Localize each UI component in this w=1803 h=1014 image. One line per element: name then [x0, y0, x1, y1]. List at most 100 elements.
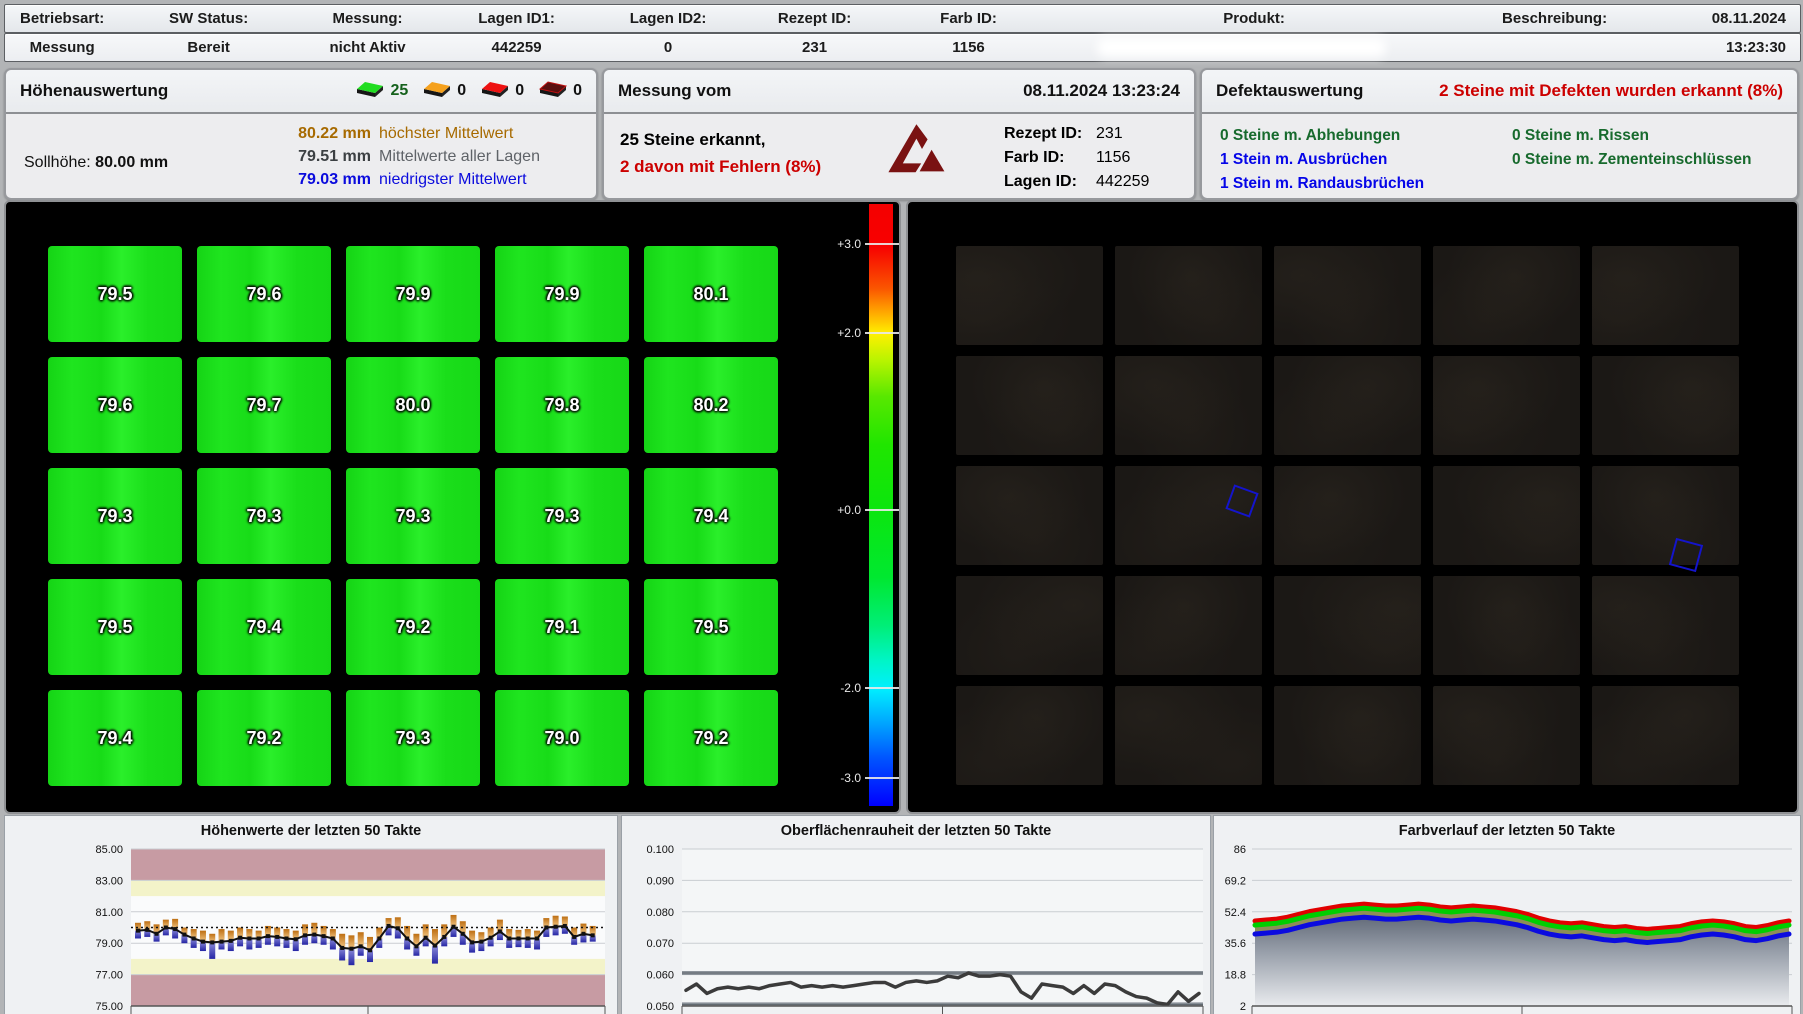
brick-count: 0	[573, 82, 582, 100]
colorbar-tick-line	[865, 332, 899, 334]
stat-label: höchster Mittelwert	[379, 122, 513, 145]
camera-stone	[956, 466, 1103, 565]
stone-height-value: 79.9	[544, 284, 579, 305]
sollhoehe-label: Sollhöhe:	[24, 154, 91, 171]
hoehen-panel-header: Höhenauswertung 25000	[6, 70, 596, 114]
colorbar-tick: -3.0	[840, 771, 899, 785]
camera-view[interactable]	[906, 200, 1799, 814]
brick-counters: 25000	[355, 80, 582, 103]
field-label: Farb ID:	[889, 5, 1048, 32]
colorbar-tick: +3.0	[837, 237, 899, 251]
defekt-panel-body: 0 Steine m. Abhebungen1 Stein m. Ausbrüc…	[1202, 114, 1797, 194]
stone-tile: 79.3	[48, 468, 182, 564]
svg-text:0.070: 0.070	[646, 938, 674, 950]
camera-stone	[1274, 356, 1421, 455]
colorbar-tick-line	[865, 687, 899, 689]
camera-stone	[1433, 356, 1580, 455]
stone-height-value: 80.1	[693, 284, 728, 305]
chart-hoehenwerte-svg: 75.0077.0079.0081.0083.0085.00	[5, 816, 617, 1014]
svg-text:83.00: 83.00	[95, 875, 123, 887]
colorbar-tick-label: +3.0	[837, 237, 861, 251]
sollhoehe-value: 80.00 mm	[95, 154, 168, 171]
stone-height-value: 79.4	[693, 506, 728, 527]
id-label: Lagen ID:	[1004, 170, 1096, 194]
svg-text:81.00: 81.00	[95, 907, 123, 919]
colorbar-tick-line	[865, 777, 899, 779]
colorbar-tick: +0.0	[837, 503, 899, 517]
brick-count: 0	[457, 82, 466, 100]
stone-tile: 79.6	[197, 246, 331, 342]
chart-farbverlauf-svg: 218.835.652.469.286	[1214, 816, 1800, 1014]
stone-tile: 80.2	[644, 357, 778, 453]
stone-tile: 79.5	[644, 579, 778, 675]
stone-height-value: 79.6	[97, 395, 132, 416]
id-row: Rezept ID:231	[1004, 122, 1149, 146]
brick-counter: 0	[422, 80, 466, 103]
stone-tile: 79.8	[495, 357, 629, 453]
field-label: SW Status:	[119, 5, 298, 32]
stone-height-value: 80.0	[395, 395, 430, 416]
stone-tile: 79.2	[644, 690, 778, 786]
stone-height-value: 80.2	[693, 395, 728, 416]
field-value	[1048, 34, 1460, 61]
product-value-redacted	[1097, 38, 1386, 57]
camera-stone	[956, 356, 1103, 455]
chart-oberflaechenrauheit: Oberflächenrauheit der letzten 50 Takte …	[621, 815, 1211, 1014]
camera-stone	[1433, 686, 1580, 785]
camera-stone	[1433, 246, 1580, 345]
camera-stone	[1592, 576, 1739, 675]
camera-stone	[1115, 356, 1262, 455]
field-label: Beschreibung:	[1460, 5, 1649, 32]
stone-height-value: 79.6	[246, 284, 281, 305]
height-map-view[interactable]: 79.579.679.979.980.179.679.780.079.880.2…	[4, 200, 901, 814]
colorbar-tick: +2.0	[837, 326, 899, 340]
stone-tile: 79.9	[495, 246, 629, 342]
stone-height-value: 79.5	[693, 617, 728, 638]
top-label-row: Betriebsart:SW Status:Messung:Lagen ID1:…	[4, 4, 1801, 33]
id-label: Farb ID:	[1004, 146, 1096, 170]
colorbar-tick-label: -3.0	[840, 771, 861, 785]
stone-tile: 79.5	[48, 246, 182, 342]
stone-height-value: 79.2	[693, 728, 728, 749]
id-value: 442259	[1096, 173, 1149, 190]
defekt-item: 0 Steine m. Abhebungen	[1220, 124, 1424, 148]
svg-text:18.8: 18.8	[1225, 970, 1246, 982]
camera-stone	[1433, 466, 1580, 565]
panel-hoehenauswertung: Höhenauswertung 25000 Sollhöhe: 80.00 mm…	[4, 68, 598, 200]
defekt-item: 1 Stein m. Ausbrüchen	[1220, 148, 1424, 172]
brick-counter: 0	[538, 80, 582, 103]
stone-tile: 79.4	[644, 468, 778, 564]
camera-stone	[1274, 246, 1421, 345]
svg-text:0.060: 0.060	[646, 970, 674, 982]
field-value: 231	[740, 34, 889, 61]
camera-stone	[1115, 576, 1262, 675]
camera-stone	[1115, 466, 1262, 565]
svg-text:35.6: 35.6	[1225, 938, 1246, 950]
brick-count: 0	[515, 82, 524, 100]
field-value: 0	[596, 34, 740, 61]
messung-summary: 25 Steine erkannt, 2 davon mit Fehlern (…	[620, 126, 821, 180]
messung-panel-body: 25 Steine erkannt, 2 davon mit Fehlern (…	[604, 114, 1194, 194]
field-value: Messung	[5, 34, 119, 61]
field-label: Produkt:	[1048, 5, 1460, 32]
messung-panel-title: Messung vom	[618, 81, 731, 101]
stone-height-value: 79.4	[97, 728, 132, 749]
company-logo-icon	[882, 120, 954, 183]
camera-stone	[1274, 466, 1421, 565]
camera-stone	[1433, 576, 1580, 675]
stone-tile: 79.3	[495, 468, 629, 564]
camera-stone	[1115, 246, 1262, 345]
camera-stone	[1592, 466, 1739, 565]
height-map-grid: 79.579.679.979.980.179.679.780.079.880.2…	[48, 246, 778, 786]
camera-stone	[1274, 576, 1421, 675]
camera-stone	[1592, 246, 1739, 345]
stone-tile: 79.3	[197, 468, 331, 564]
defekt-item: 1 Stein m. Randausbrüchen	[1220, 172, 1424, 196]
panel-defektauswertung: Defektauswertung 2 Steine mit Defekten w…	[1200, 68, 1799, 200]
stone-tile: 79.7	[197, 357, 331, 453]
stat-value: 80.22 mm	[261, 122, 371, 145]
svg-text:0.100: 0.100	[646, 844, 674, 856]
id-row: Farb ID:1156	[1004, 146, 1149, 170]
field-label: Lagen ID1:	[437, 5, 596, 32]
stat-row: 79.51 mmMittelwerte aller Lagen	[261, 145, 540, 168]
